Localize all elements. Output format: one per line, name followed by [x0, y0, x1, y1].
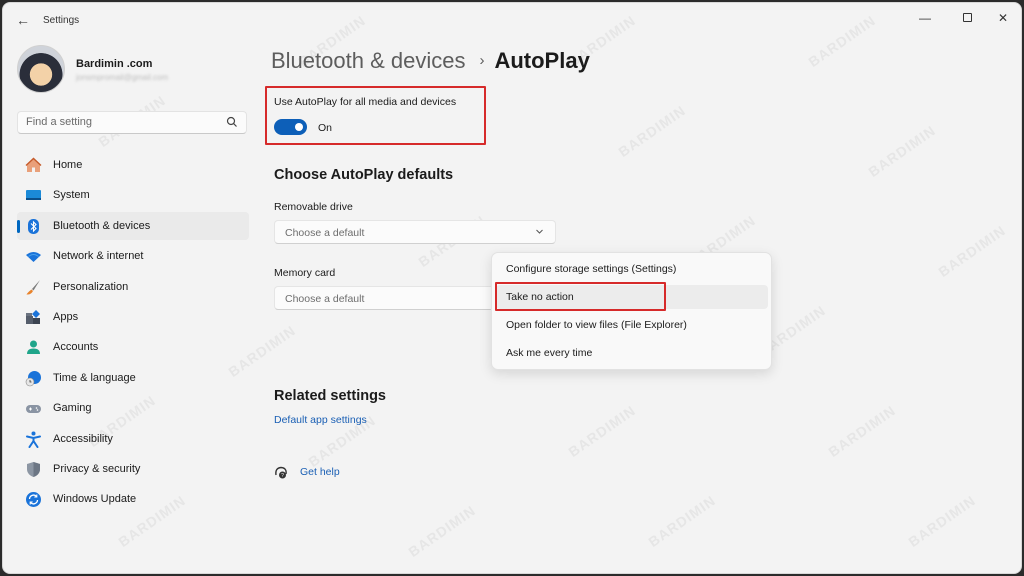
svg-text:?: ?	[281, 473, 284, 479]
sidebar-item-network[interactable]: Network & internet	[17, 242, 249, 270]
sidebar-nav: Home System Bluetooth & devices Network …	[17, 151, 249, 516]
sidebar-item-accounts[interactable]: Accounts	[17, 333, 249, 361]
system-icon	[26, 190, 41, 201]
removable-drive-dropdown[interactable]: Choose a default	[274, 220, 556, 244]
sidebar-item-accessibility[interactable]: Accessibility	[17, 425, 249, 453]
person-icon	[27, 340, 40, 355]
sidebar-item-personalization[interactable]: Personalization	[17, 273, 249, 301]
memory-card-label: Memory card	[274, 267, 336, 279]
dropdown-option-label: Configure storage settings (Settings)	[506, 263, 677, 275]
breadcrumb: Bluetooth & devices › AutoPlay	[271, 48, 590, 74]
watermark: BARDIMIN	[645, 492, 719, 550]
sidebar-item-label: Accounts	[53, 341, 99, 354]
user-email: jonsmpromail@gmail.com	[76, 73, 169, 82]
sidebar-item-label: Apps	[53, 310, 79, 323]
sidebar-item-system[interactable]: System	[17, 181, 249, 209]
sidebar-item-apps[interactable]: Apps	[17, 303, 249, 331]
get-help-icon: ?	[275, 466, 287, 479]
section-title-defaults: Choose AutoPlay defaults	[274, 167, 454, 183]
annotation-highlight-toggle	[265, 86, 486, 145]
settings-window: BARDIMIN BARDIMIN BARDIMIN BARDIMIN BARD…	[2, 2, 1022, 574]
removable-drive-value: Choose a default	[285, 227, 365, 239]
close-button[interactable]: ✕	[985, 7, 1021, 29]
sidebar-item-label: Privacy & security	[53, 462, 141, 475]
watermark: BARDIMIN	[565, 402, 639, 460]
dropdown-option-label: Open folder to view files (File Explorer…	[506, 319, 687, 331]
watermark: BARDIMIN	[825, 402, 899, 460]
sidebar-item-home[interactable]: Home	[17, 151, 249, 179]
sidebar-item-privacy[interactable]: Privacy & security	[17, 455, 249, 483]
dropdown-option[interactable]: Configure storage settings (Settings)	[496, 257, 768, 281]
watermark: BARDIMIN	[865, 122, 939, 180]
section-title-related: Related settings	[274, 388, 386, 404]
maximize-icon	[962, 13, 972, 23]
home-icon	[25, 157, 42, 172]
user-name: Bardimin .com	[76, 58, 153, 70]
autoplay-toggle-label: Use AutoPlay for all media and devices	[274, 96, 457, 108]
sidebar-item-label: Network & internet	[53, 250, 144, 263]
toggle-state-text: On	[318, 122, 333, 134]
page-title: AutoPlay	[494, 48, 590, 73]
sidebar-item-gaming[interactable]: Gaming	[17, 394, 249, 422]
close-icon: ✕	[997, 11, 1009, 25]
gamepad-icon	[26, 405, 41, 414]
search-input[interactable]	[26, 116, 216, 128]
minimize-icon: —	[919, 11, 931, 25]
autoplay-toggle-switch[interactable]	[274, 119, 307, 135]
active-indicator	[17, 219, 20, 233]
watermark: BARDIMIN	[615, 102, 689, 160]
maximize-button[interactable]	[949, 7, 985, 29]
dropdown-option[interactable]: Ask me every time	[496, 341, 768, 365]
shield-icon	[27, 461, 40, 477]
bluetooth-icon	[28, 218, 39, 234]
minimize-button[interactable]: —	[907, 7, 943, 29]
memory-card-options-menu: Configure storage settings (Settings) Ta…	[491, 252, 772, 370]
dropdown-option-label: Ask me every time	[506, 347, 593, 359]
title-bar: ← Settings — ✕	[3, 3, 1021, 37]
chevron-down-icon	[536, 229, 543, 234]
update-icon	[26, 492, 41, 508]
avatar[interactable]	[17, 45, 65, 93]
apps-icon	[26, 309, 40, 324]
brush-icon	[26, 279, 40, 295]
sidebar-item-label: Windows Update	[53, 493, 137, 506]
sidebar-item-label: Time & language	[53, 371, 136, 384]
breadcrumb-parent-link[interactable]: Bluetooth & devices	[271, 48, 465, 73]
annotation-highlight-option	[495, 282, 666, 311]
sidebar-item-label: Accessibility	[53, 432, 113, 445]
watermark: BARDIMIN	[405, 502, 479, 560]
watermark: BARDIMIN	[935, 222, 1009, 280]
sidebar-item-update[interactable]: Windows Update	[17, 485, 249, 513]
back-button[interactable]: ←	[13, 11, 33, 29]
dropdown-option[interactable]: Open folder to view files (File Explorer…	[496, 313, 768, 337]
search-icon[interactable]	[226, 116, 238, 128]
watermark: BARDIMIN	[905, 492, 979, 550]
sidebar-item-label: System	[53, 189, 90, 202]
sidebar-item-time[interactable]: Time & language	[17, 364, 249, 392]
arrow-left-icon: ←	[16, 12, 30, 28]
sidebar-item-label: Personalization	[53, 280, 129, 293]
globe-clock-icon	[25, 370, 41, 387]
memory-card-value: Choose a default	[285, 293, 365, 305]
sidebar-item-bluetooth[interactable]: Bluetooth & devices	[17, 211, 249, 240]
removable-drive-label: Removable drive	[274, 201, 353, 213]
search-box[interactable]	[17, 111, 247, 134]
sidebar-item-label: Bluetooth & devices	[53, 219, 151, 232]
sidebar-item-label: Home	[53, 159, 83, 171]
get-help-link[interactable]: Get help	[300, 466, 340, 478]
accessibility-icon	[26, 431, 41, 448]
sidebar-item-label: Gaming	[53, 402, 92, 415]
chevron-right-icon: ›	[479, 52, 485, 69]
wifi-icon	[26, 252, 41, 263]
default-app-settings-link[interactable]: Default app settings	[274, 414, 367, 426]
app-title: Settings	[43, 15, 80, 26]
